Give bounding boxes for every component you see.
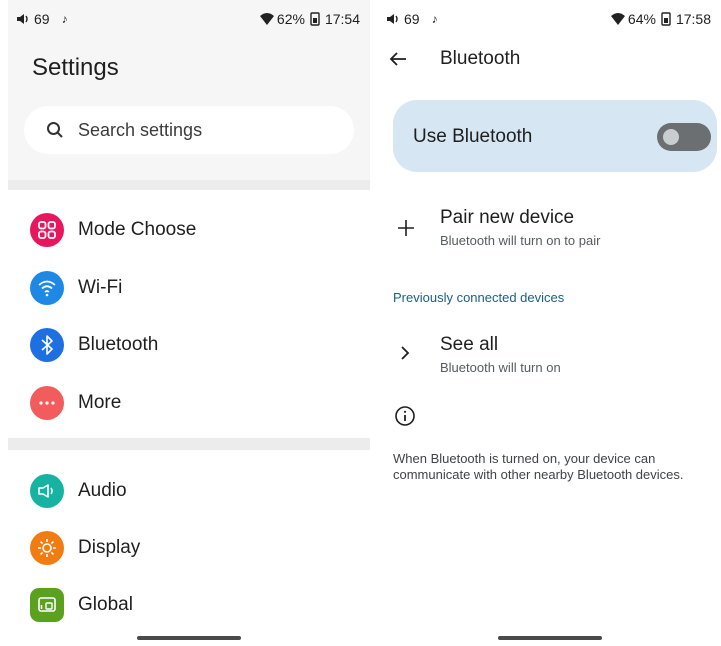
status-bar: 69 ♪ 62% 17:54 [8, 0, 370, 36]
previously-connected-header: Previously connected devices [393, 290, 565, 305]
status-time: 17:54 [324, 11, 360, 27]
battery-icon [310, 12, 320, 26]
pair-subtitle: Bluetooth will turn on to pair [440, 233, 601, 248]
status-time: 17:58 [675, 11, 711, 27]
bluetooth-icon [30, 328, 64, 362]
pair-title: Pair new device [440, 207, 575, 228]
see-all-row[interactable]: See all Bluetooth will turn on [378, 326, 721, 382]
page-title: Settings [32, 54, 119, 81]
volume-level: 69 [404, 11, 420, 27]
volume-icon [17, 14, 28, 24]
settings-screen: 69 ♪ 62% 17:54 Settings Search settings … [8, 0, 370, 646]
settings-item-label: Mode Choose [78, 219, 197, 240]
grid-icon [30, 213, 64, 247]
bluetooth-toggle[interactable] [657, 123, 711, 151]
info-text: When Bluetooth is turned on, your device… [393, 451, 684, 482]
signal-icon [259, 13, 274, 25]
battery-icon [661, 12, 671, 26]
music-icon: ♪ [61, 12, 68, 26]
settings-item-wifi[interactable]: Wi-Fi [8, 263, 370, 313]
settings-group-1: Mode Choose Wi-Fi Bluetooth More [8, 190, 370, 438]
settings-item-display[interactable]: Display [8, 523, 370, 573]
wifi-icon [30, 271, 64, 305]
settings-item-global[interactable]: Global [8, 580, 370, 630]
see-all-subtitle: Bluetooth will turn on [440, 360, 561, 375]
section-divider [8, 438, 370, 450]
see-all-title: See all [440, 334, 499, 355]
signal-icon [610, 13, 625, 25]
settings-item-more[interactable]: More [8, 378, 370, 428]
settings-item-bluetooth[interactable]: Bluetooth [8, 320, 370, 370]
settings-item-audio[interactable]: Audio [8, 466, 370, 516]
bluetooth-screen: 69 ♪ 64% 17:58 Bluetooth Use Bluetooth P… [378, 0, 721, 646]
battery-percent: 62% [276, 11, 305, 27]
settings-item-label: Display [78, 537, 141, 558]
battery-percent: 64% [627, 11, 656, 27]
settings-item-mode-choose[interactable]: Mode Choose [8, 205, 370, 255]
plus-icon [398, 220, 414, 236]
use-bluetooth-label: Use Bluetooth [413, 126, 533, 147]
back-arrow-icon[interactable] [386, 47, 410, 71]
toggle-knob [663, 129, 679, 145]
globe-icon [30, 588, 64, 622]
volume-icon [387, 14, 398, 24]
settings-item-label: More [78, 392, 122, 413]
gesture-handle[interactable] [498, 636, 602, 640]
page-title: Bluetooth [440, 48, 521, 69]
settings-item-label: Global [78, 594, 133, 615]
gesture-handle[interactable] [137, 636, 241, 640]
speaker-icon [30, 474, 64, 508]
settings-item-label: Audio [78, 480, 127, 501]
volume-level: 69 [34, 11, 50, 27]
settings-item-label: Bluetooth [78, 334, 159, 355]
more-dots-icon [30, 386, 64, 420]
music-icon: ♪ [431, 12, 438, 26]
settings-item-label: Wi-Fi [78, 277, 123, 298]
brightness-icon [30, 531, 64, 565]
section-divider [8, 180, 370, 190]
status-bar: 69 ♪ 64% 17:58 [378, 0, 721, 36]
chevron-right-icon [401, 346, 410, 360]
pair-new-device-row[interactable]: Pair new device Bluetooth will turn on t… [378, 200, 721, 260]
search-bar[interactable]: Search settings [24, 106, 354, 154]
settings-group-2: Audio Display Global [8, 450, 370, 646]
search-icon [47, 122, 63, 138]
use-bluetooth-card[interactable]: Use Bluetooth [393, 100, 717, 172]
info-icon [395, 406, 415, 426]
search-placeholder: Search settings [78, 119, 203, 140]
